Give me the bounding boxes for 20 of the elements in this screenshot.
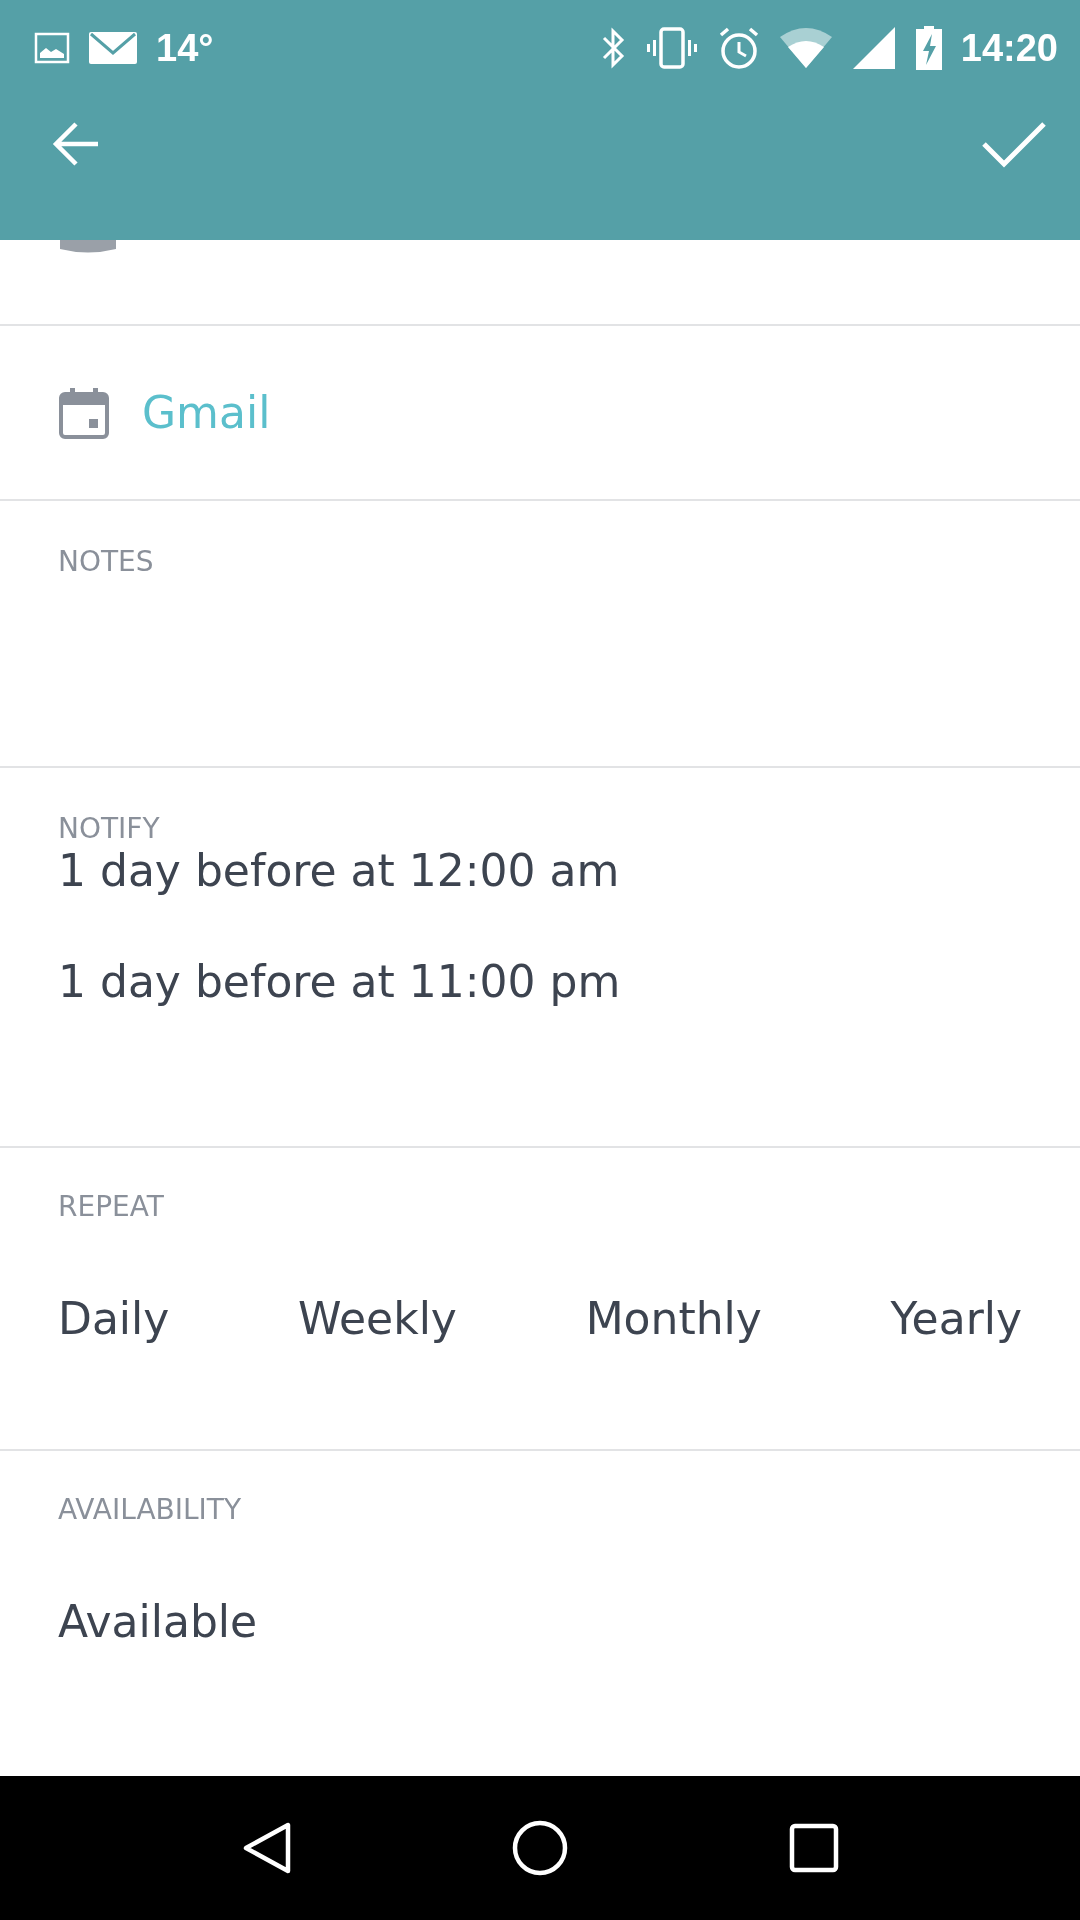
temperature: 14° <box>156 26 214 70</box>
wifi-icon <box>778 27 833 69</box>
availability-value[interactable]: Available <box>58 1596 258 1647</box>
mail-icon <box>88 31 138 65</box>
clock-time: 14:20 <box>960 26 1058 70</box>
notification-item[interactable]: 1 day before at 12:00 am <box>58 845 620 896</box>
notes-label: NOTES <box>58 545 154 578</box>
repeat-option[interactable]: Weekly <box>298 1293 457 1344</box>
repeat-option[interactable]: Yearly <box>890 1293 1022 1344</box>
repeat-option[interactable]: Monthly <box>585 1293 762 1344</box>
vibrate-icon <box>644 27 699 69</box>
notification-item[interactable]: 1 day before at 11:00 pm <box>58 956 621 1007</box>
battery-charging-icon <box>914 25 943 71</box>
image-icon <box>34 32 70 64</box>
notify-label: NOTIFY <box>58 812 160 845</box>
availability-label: AVAILABILITY <box>58 1493 242 1526</box>
calendar-icon <box>58 385 110 440</box>
repeat-option[interactable]: Daily <box>58 1293 170 1344</box>
bluetooth-icon <box>600 26 627 70</box>
repeat-label: REPEAT <box>58 1190 164 1223</box>
